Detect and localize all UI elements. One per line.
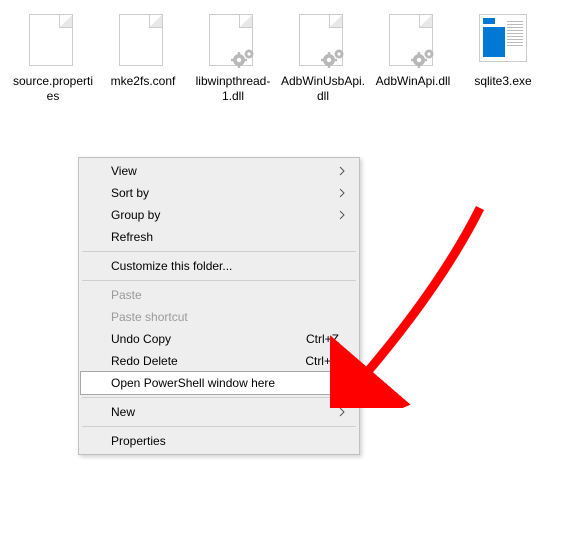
menu-label: Paste shortcut [111,310,188,324]
file-item[interactable]: source.properties [8,10,98,108]
menu-shortcut: Ctrl+Z [306,332,339,346]
file-grid: source.properties mke2fs.conf libwinpthr… [0,0,575,118]
file-label: mke2fs.conf [111,74,176,89]
gears-icon [231,48,257,68]
menu-separator [82,251,356,252]
menu-label: Group by [111,208,160,222]
file-item[interactable]: libwinpthread-1.dll [188,10,278,108]
file-label: AdbWinApi.dll [376,74,451,89]
file-label: libwinpthread-1.dll [190,74,276,104]
menu-label: New [111,405,135,419]
file-icon [299,14,347,70]
file-icon [29,14,77,70]
file-item[interactable]: AdbWinUsbApi.dll [278,10,368,108]
menu-paste-shortcut: Paste shortcut [81,306,357,328]
chevron-right-icon [339,166,345,176]
menu-open-powershell[interactable]: Open PowerShell window here [80,371,358,395]
chevron-right-icon [339,210,345,220]
menu-properties[interactable]: Properties [81,430,357,452]
file-item[interactable]: sqlite3.exe [458,10,548,108]
menu-label: Redo Delete [111,354,178,368]
menu-label: View [111,164,137,178]
menu-sort-by[interactable]: Sort by [81,182,357,204]
menu-separator [82,426,356,427]
file-label: AdbWinUsbApi.dll [280,74,366,104]
menu-label: Refresh [111,230,153,244]
context-menu: View Sort by Group by Refresh Customize … [78,157,360,455]
menu-separator [82,397,356,398]
gears-icon [321,48,347,68]
menu-label: Undo Copy [111,332,171,346]
menu-separator [82,280,356,281]
menu-view[interactable]: View [81,160,357,182]
gears-icon [411,48,437,68]
menu-shortcut: Ctrl+Y [305,354,339,368]
chevron-right-icon [339,188,345,198]
file-item[interactable]: AdbWinApi.dll [368,10,458,108]
menu-label: Open PowerShell window here [111,376,275,390]
menu-label: Properties [111,434,166,448]
file-item[interactable]: mke2fs.conf [98,10,188,108]
file-label: sqlite3.exe [474,74,531,89]
exe-icon [479,14,527,70]
menu-label: Paste [111,288,142,302]
menu-undo-copy[interactable]: Undo Copy Ctrl+Z [81,328,357,350]
file-icon [209,14,257,70]
menu-label: Sort by [111,186,149,200]
menu-refresh[interactable]: Refresh [81,226,357,248]
file-icon [119,14,167,70]
file-label: source.properties [10,74,96,104]
file-icon [389,14,437,70]
menu-group-by[interactable]: Group by [81,204,357,226]
chevron-right-icon [339,407,345,417]
menu-label: Customize this folder... [111,259,232,273]
menu-paste: Paste [81,284,357,306]
menu-redo-delete[interactable]: Redo Delete Ctrl+Y [81,350,357,372]
menu-new[interactable]: New [81,401,357,423]
menu-customize[interactable]: Customize this folder... [81,255,357,277]
